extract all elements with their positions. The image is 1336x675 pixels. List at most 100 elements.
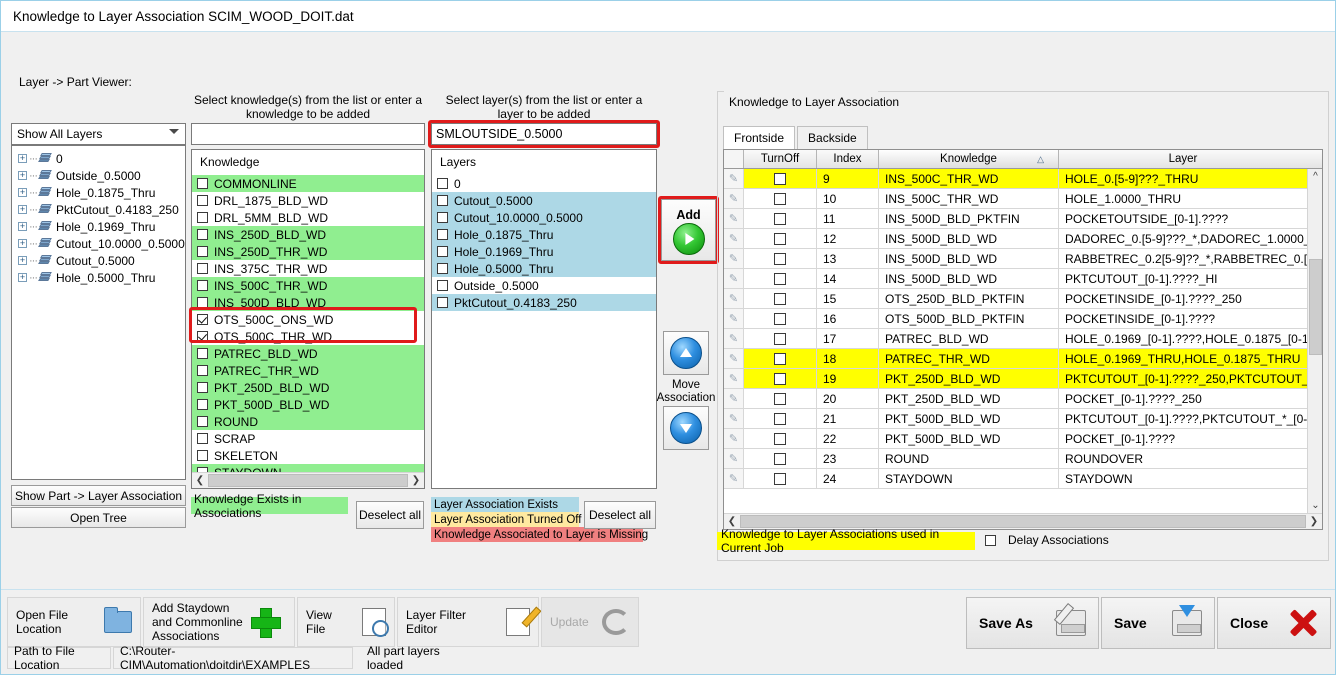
layer-filter-editor-button[interactable]: Layer Filter Editor — [397, 597, 539, 647]
table-row[interactable]: ✎ 18 PATREC_THR_WD HOLE_0.1969_THRU,HOLE_0.… — [724, 349, 1322, 369]
turnoff-cell[interactable] — [744, 289, 817, 308]
list-item[interactable]: Hole_0.1969_Thru — [432, 243, 656, 260]
scroll-up-icon[interactable]: ^ — [1308, 169, 1323, 184]
list-item[interactable]: INS_500C_THR_WD — [192, 277, 424, 294]
turnoff-cell[interactable] — [744, 169, 817, 188]
list-item[interactable]: PATREC_THR_WD — [192, 362, 424, 379]
table-row[interactable]: ✎ 17 PATREC_BLD_WD HOLE_0.1969_[0-1].????,H… — [724, 329, 1322, 349]
list-item[interactable]: OTS_500C_THR_WD — [192, 328, 424, 345]
list-item[interactable]: Cutout_10.0000_0.5000 — [432, 209, 656, 226]
expand-icon[interactable]: + — [18, 154, 27, 163]
scroll-thumb[interactable] — [208, 474, 408, 487]
list-item-checkbox[interactable] — [437, 212, 448, 223]
layer-tree[interactable]: + ··· 0 + ··· Outside_0.5000 + ··· Hole_0.1875_T… — [11, 145, 186, 480]
grid-header-index[interactable]: Index — [817, 150, 879, 168]
tree-item[interactable]: + ··· Hole_0.5000_Thru — [12, 269, 185, 286]
list-item[interactable]: INS_375C_THR_WD — [192, 260, 424, 277]
list-item-checkbox[interactable] — [197, 263, 208, 274]
add-staydown-commonline-button[interactable]: Add Staydown and Commonline Associations — [143, 597, 295, 647]
list-item[interactable]: SCRAP — [192, 430, 424, 447]
list-item-checkbox[interactable] — [437, 263, 448, 274]
turnoff-checkbox[interactable] — [774, 452, 786, 465]
knowledge-deselect-all-button[interactable]: Deselect all — [356, 501, 424, 529]
expand-icon[interactable]: + — [18, 171, 27, 180]
turnoff-cell[interactable] — [744, 329, 817, 348]
save-button[interactable]: Save — [1101, 597, 1215, 649]
scroll-right-icon[interactable]: ❯ — [408, 473, 424, 488]
table-row[interactable]: ✎ 23 ROUND ROUNDOVER — [724, 449, 1322, 469]
layer-deselect-all-button[interactable]: Deselect all — [584, 501, 656, 529]
table-row[interactable]: ✎ 22 PKT_500D_BLD_WD POCKET_[0-1].???? — [724, 429, 1322, 449]
turnoff-cell[interactable] — [744, 249, 817, 268]
list-item-checkbox[interactable] — [197, 433, 208, 444]
knowledge-list[interactable]: Knowledge COMMONLINE DRL_1875_BLD_WD DRL_5… — [191, 149, 425, 489]
grid-vscrollbar[interactable]: ^ ⌄ — [1307, 169, 1322, 513]
list-item[interactable]: Hole_0.1875_Thru — [432, 226, 656, 243]
list-item[interactable]: PKT_250D_BLD_WD — [192, 379, 424, 396]
table-row[interactable]: ✎ 15 OTS_250D_BLD_PKTFIN POCKETINSIDE_[0-1]… — [724, 289, 1322, 309]
turnoff-checkbox[interactable] — [774, 272, 786, 285]
table-row[interactable]: ✎ 10 INS_500C_THR_WD HOLE_1.0000_THRU — [724, 189, 1322, 209]
turnoff-checkbox[interactable] — [774, 212, 786, 225]
turnoff-checkbox[interactable] — [774, 292, 786, 305]
turnoff-checkbox[interactable] — [774, 332, 786, 345]
turnoff-checkbox[interactable] — [774, 472, 786, 485]
table-row[interactable]: ✎ 14 INS_500D_BLD_WD PKTCUTOUT_[0-1].????_H… — [724, 269, 1322, 289]
move-association-down-button[interactable] — [663, 406, 709, 450]
layer-input[interactable]: SMLOUTSIDE_0.5000 — [431, 123, 657, 145]
save-as-button[interactable]: Save As — [966, 597, 1099, 649]
view-file-button[interactable]: View File — [297, 597, 395, 647]
open-tree-button[interactable]: Open Tree — [11, 507, 186, 528]
turnoff-cell[interactable] — [744, 189, 817, 208]
turnoff-cell[interactable] — [744, 429, 817, 448]
list-item-checkbox[interactable] — [197, 450, 208, 461]
list-item[interactable]: 0 — [432, 175, 656, 192]
table-row[interactable]: ✎ 16 OTS_500D_BLD_PKTFIN POCKETINSIDE_[0-1]… — [724, 309, 1322, 329]
turnoff-cell[interactable] — [744, 209, 817, 228]
list-item-checkbox[interactable] — [437, 229, 448, 240]
expand-icon[interactable]: + — [18, 222, 27, 231]
turnoff-checkbox[interactable] — [774, 432, 786, 445]
list-item[interactable]: Outside_0.5000 — [432, 277, 656, 294]
list-item-checkbox[interactable] — [197, 178, 208, 189]
grid-header-turnoff[interactable]: TurnOff — [744, 150, 817, 168]
turnoff-checkbox[interactable] — [774, 412, 786, 425]
list-item[interactable]: COMMONLINE — [192, 175, 424, 192]
layers-list[interactable]: Layers 0 Cutout_0.5000 Cutout_10.0000_0.50… — [431, 149, 657, 489]
list-item-checkbox[interactable] — [437, 178, 448, 189]
list-item-checkbox[interactable] — [437, 297, 448, 308]
knowledge-hscrollbar[interactable]: ❮ ❯ — [192, 472, 424, 488]
list-item[interactable]: PKT_500D_BLD_WD — [192, 396, 424, 413]
tree-item[interactable]: + ··· Hole_0.1969_Thru — [12, 218, 185, 235]
list-item-checkbox[interactable] — [197, 297, 208, 308]
list-item-checkbox[interactable] — [197, 246, 208, 257]
turnoff-cell[interactable] — [744, 349, 817, 368]
tree-item[interactable]: + ··· Outside_0.5000 — [12, 167, 185, 184]
table-row[interactable]: ✎ 24 STAYDOWN STAYDOWN — [724, 469, 1322, 489]
list-item[interactable]: INS_250D_THR_WD — [192, 243, 424, 260]
table-row[interactable]: ✎ 19 PKT_250D_BLD_WD PKTCUTOUT_[0-1].????_2… — [724, 369, 1322, 389]
expand-icon[interactable]: + — [18, 239, 27, 248]
turnoff-checkbox[interactable] — [774, 252, 786, 265]
delay-associations-checkbox[interactable] — [985, 534, 996, 546]
grid-header-knowledge[interactable]: Knowledge △ — [879, 150, 1059, 168]
table-row[interactable]: ✎ 13 INS_500D_BLD_WD RABBETREC_0.2[5-9]??_*… — [724, 249, 1322, 269]
list-item[interactable]: SKELETON — [192, 447, 424, 464]
list-item-checkbox[interactable] — [197, 365, 208, 376]
grid-scroll-right-icon[interactable]: ❯ — [1306, 514, 1322, 529]
association-grid[interactable]: TurnOff Index Knowledge △ Layer ✎ 9 INS_50… — [723, 149, 1323, 530]
list-item-checkbox[interactable] — [197, 331, 208, 342]
list-item-checkbox[interactable] — [437, 195, 448, 206]
turnoff-checkbox[interactable] — [774, 192, 786, 205]
list-item[interactable]: INS_500D_BLD_WD — [192, 294, 424, 311]
knowledge-input[interactable] — [191, 123, 425, 145]
list-item-checkbox[interactable] — [197, 229, 208, 240]
turnoff-cell[interactable] — [744, 449, 817, 468]
table-row[interactable]: ✎ 12 INS_500D_BLD_WD DADOREC_0.[5-9]???_*,D… — [724, 229, 1322, 249]
table-row[interactable]: ✎ 20 PKT_250D_BLD_WD POCKET_[0-1].????_250 — [724, 389, 1322, 409]
list-item-checkbox[interactable] — [437, 246, 448, 257]
show-all-layers-combo[interactable]: Show All Layers — [11, 123, 186, 145]
grid-header-layer[interactable]: Layer — [1059, 150, 1307, 168]
turnoff-cell[interactable] — [744, 309, 817, 328]
turnoff-cell[interactable] — [744, 369, 817, 388]
